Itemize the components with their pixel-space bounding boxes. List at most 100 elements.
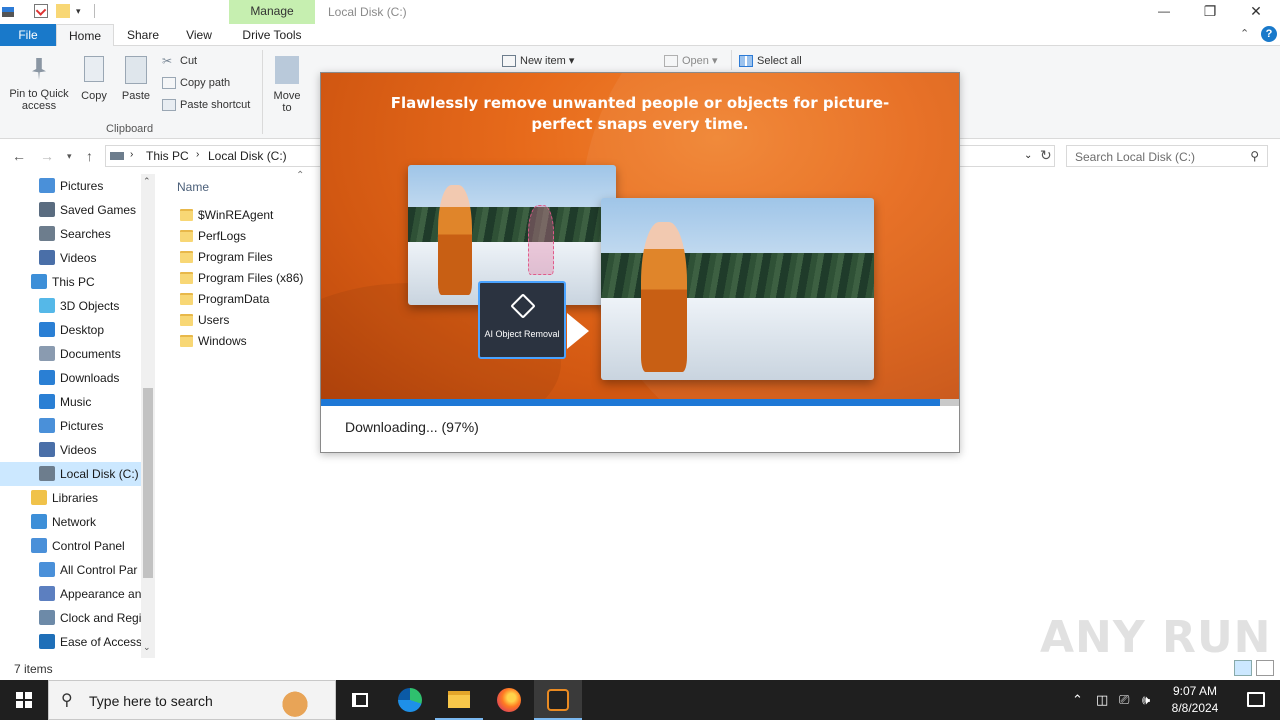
nav-item[interactable]: Documents xyxy=(0,342,141,366)
open-icon xyxy=(664,55,678,68)
qat-separator xyxy=(94,4,95,18)
nav-item-label: All Control Par xyxy=(60,563,138,577)
network-icon xyxy=(31,514,47,529)
installer-dialog: Flawlessly remove unwanted people or obj… xyxy=(320,72,960,453)
nav-item[interactable]: Downloads xyxy=(0,366,141,390)
nav-item-label: Network xyxy=(52,515,97,529)
breadcrumb-this-pc[interactable]: This PC xyxy=(146,149,189,163)
nav-item[interactable]: Control Panel xyxy=(0,534,141,558)
nav-item[interactable]: All Control Par xyxy=(0,558,141,582)
refresh-icon[interactable]: ↻ xyxy=(1040,147,1052,164)
volume-icon[interactable]: 🕪 xyxy=(1142,692,1150,708)
copy-path-button[interactable]: Copy path xyxy=(162,74,230,92)
scroll-up-icon[interactable]: ⌃ xyxy=(143,176,151,187)
tray-overflow-icon[interactable]: ⌃ xyxy=(1072,692,1083,708)
meet-now-icon[interactable]: ◫ xyxy=(1096,692,1108,708)
nav-item-label: Videos xyxy=(60,251,97,265)
new-item-button[interactable]: New item ▾ xyxy=(502,52,574,70)
paste-shortcut-button[interactable]: Paste shortcut xyxy=(162,96,250,114)
search-input[interactable]: Search Local Disk (C:) ⚲ xyxy=(1066,145,1268,167)
desktop-icon xyxy=(39,322,55,337)
tab-home[interactable]: Home xyxy=(56,24,114,46)
edge-taskbar-button[interactable] xyxy=(386,680,434,720)
tab-manage[interactable]: Manage xyxy=(229,0,315,24)
notifications-button[interactable] xyxy=(1232,680,1280,720)
nav-item[interactable]: Clock and Regi xyxy=(0,606,141,630)
nav-item[interactable]: Pictures xyxy=(0,414,141,438)
qat-dropdown-icon[interactable]: ▾ xyxy=(76,4,90,18)
up-arrow-icon[interactable]: ↑ xyxy=(86,148,93,164)
tab-drive-tools[interactable]: Drive Tools xyxy=(229,24,315,46)
breadcrumb-local-disk[interactable]: Local Disk (C:) xyxy=(208,149,287,163)
paste-button[interactable]: Paste xyxy=(118,56,154,102)
taskbar-search-box[interactable]: ⚲ Type here to search xyxy=(48,680,336,720)
file-explorer-taskbar-button[interactable] xyxy=(435,680,483,720)
folder-icon xyxy=(180,230,193,242)
3d-objects-icon xyxy=(39,298,55,313)
folder-icon xyxy=(180,314,193,326)
pin-to-quick-access-button[interactable]: Pin to Quick access xyxy=(4,58,74,112)
taskbar-clock[interactable]: 9:07 AM 8/8/2024 xyxy=(1160,683,1230,717)
installer-taskbar-button[interactable] xyxy=(534,680,582,720)
navigation-pane: Pictures Saved Games Searches Videos This PC… xyxy=(0,174,155,658)
minimize-button[interactable]: — xyxy=(1141,0,1187,24)
move-to-button[interactable]: Move to xyxy=(268,56,306,114)
open-button[interactable]: Open ▾ xyxy=(664,52,718,70)
close-button[interactable]: ✕ xyxy=(1233,0,1279,24)
file-name: Program Files (x86) xyxy=(198,271,304,285)
scroll-down-icon[interactable]: ⌄ xyxy=(143,642,151,653)
help-icon[interactable]: ? xyxy=(1261,26,1277,42)
recent-locations-icon[interactable]: ▾ xyxy=(67,151,72,162)
copy-path-label: Copy path xyxy=(180,77,231,89)
nav-item-label: Videos xyxy=(60,443,97,457)
properties-icon[interactable] xyxy=(34,4,48,18)
cut-button[interactable]: ✂ Cut xyxy=(162,52,197,70)
network-icon[interactable]: ⎚ xyxy=(1119,692,1129,708)
hiker-figure xyxy=(438,185,472,295)
start-button[interactable] xyxy=(0,680,48,720)
tab-share[interactable]: Share xyxy=(118,24,168,46)
window-title: Local Disk (C:) xyxy=(328,5,407,19)
ribbon-separator xyxy=(262,50,263,134)
nav-item-label: Appearance an xyxy=(60,587,142,601)
arrow-right-icon xyxy=(567,313,589,349)
select-all-button[interactable]: Select all xyxy=(739,52,802,70)
after-photo xyxy=(601,198,874,380)
nav-item[interactable]: Music xyxy=(0,390,141,414)
nav-item[interactable]: Pictures xyxy=(0,174,141,198)
notification-icon xyxy=(1247,692,1265,707)
download-status-text: Downloading... (97%) xyxy=(345,419,479,435)
column-header-name[interactable]: Name xyxy=(177,180,209,194)
tab-view[interactable]: View xyxy=(176,24,222,46)
nav-item[interactable]: 3D Objects xyxy=(0,294,141,318)
copy-button[interactable]: Copy xyxy=(76,56,112,102)
collapse-ribbon-icon[interactable]: ⌃ xyxy=(1240,27,1249,40)
nav-item[interactable]: This PC xyxy=(0,270,141,294)
forward-arrow-icon[interactable]: → xyxy=(40,148,54,164)
restore-button[interactable]: ❐ xyxy=(1187,0,1233,24)
paste-label: Paste xyxy=(121,90,151,102)
nav-item[interactable]: Network xyxy=(0,510,141,534)
nav-item[interactable]: Saved Games xyxy=(0,198,141,222)
address-dropdown-icon[interactable]: ⌄ xyxy=(1024,150,1032,161)
folder-icon xyxy=(180,335,193,347)
back-arrow-icon[interactable]: ← xyxy=(12,148,26,164)
nav-scrollbar-thumb[interactable] xyxy=(143,388,153,578)
nav-item[interactable]: Local Disk (C:) xyxy=(0,462,141,486)
videos-icon xyxy=(39,442,55,457)
nav-item[interactable]: Appearance an xyxy=(0,582,141,606)
nav-item[interactable]: Desktop xyxy=(0,318,141,342)
nav-item[interactable]: Videos xyxy=(0,246,141,270)
clock-date: 8/8/2024 xyxy=(1171,701,1219,715)
tab-file[interactable]: File xyxy=(0,24,56,46)
drive-icon xyxy=(39,466,55,481)
nav-item[interactable]: Searches xyxy=(0,222,141,246)
task-view-icon xyxy=(352,693,368,707)
new-folder-icon[interactable] xyxy=(56,4,70,18)
firefox-taskbar-button[interactable] xyxy=(485,680,533,720)
nav-item-label: Libraries xyxy=(52,491,99,505)
nav-item[interactable]: Libraries xyxy=(0,486,141,510)
nav-item[interactable]: Videos xyxy=(0,438,141,462)
nav-item[interactable]: Ease of Access xyxy=(0,630,142,654)
task-view-button[interactable] xyxy=(336,680,384,720)
